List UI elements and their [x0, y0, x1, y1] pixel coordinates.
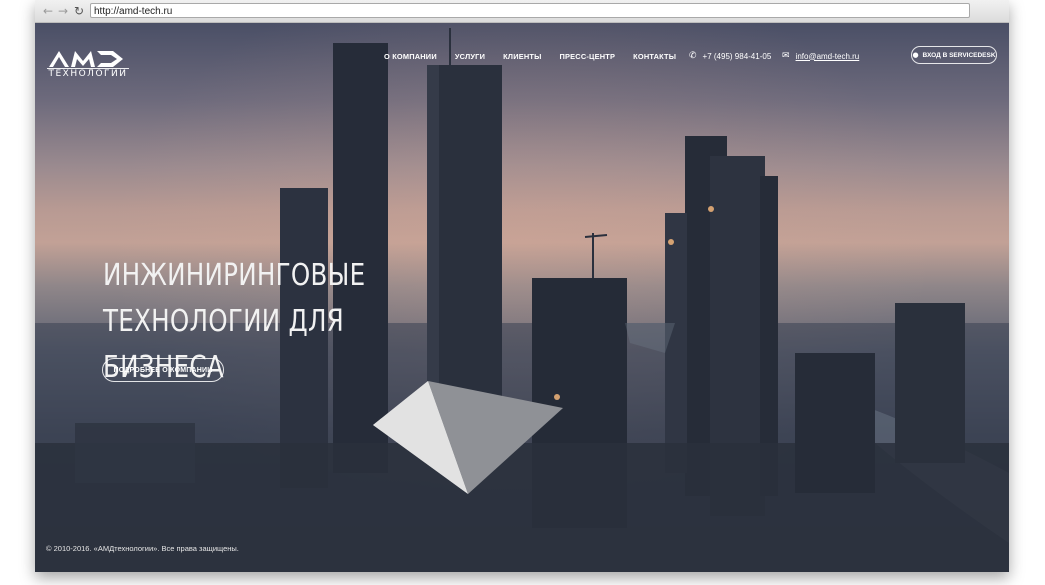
nav-item-press[interactable]: ПРЕСС-ЦЕНТР [560, 52, 616, 61]
phone-contact[interactable]: ✆ +7 (495) 984-41-05 [689, 51, 771, 61]
nav-item-contacts[interactable]: КОНТАКТЫ [633, 52, 676, 61]
nav-item-about[interactable]: О КОМПАНИИ [384, 52, 437, 61]
page-viewport: ТЕХНОЛОГИИ О КОМПАНИИ УСЛУГИ КЛИЕНТЫ ПРЕ… [35, 23, 1009, 572]
email-link[interactable]: info@amd-tech.ru [796, 52, 860, 61]
nav-item-clients[interactable]: КЛИЕНТЫ [503, 52, 541, 61]
email-contact[interactable]: ✉ info@amd-tech.ru [782, 51, 859, 61]
servicedesk-login-label: ВХОД В SERVICEDESK [922, 51, 996, 59]
about-company-button[interactable]: ПОДРОБНЕЕ О КОМПАНИИ [102, 358, 224, 382]
browser-window: ← → ↻ http://amd-tech.ru ТЕХНОЛОГИИ О КО… [35, 0, 1009, 572]
phone-number: +7 (495) 984-41-05 [702, 51, 772, 61]
logo-subtitle: ТЕХНОЛОГИИ [48, 69, 128, 79]
hero-title-line-1: ИНЖИНИРИНГОВЫЕ ТЕХНОЛОГИИ ДЛЯ [103, 258, 366, 339]
phone-icon: ✆ [689, 51, 697, 61]
main-navigation: О КОМПАНИИ УСЛУГИ КЛИЕНТЫ ПРЕСС-ЦЕНТР КО… [384, 52, 676, 61]
footer-copyright: © 2010-2016. «АМДтехнологии». Все права … [46, 544, 239, 553]
user-icon: ● [912, 51, 919, 59]
back-arrow-icon[interactable]: ← [41, 4, 55, 18]
address-bar[interactable]: http://amd-tech.ru [90, 3, 970, 18]
nav-item-services[interactable]: УСЛУГИ [455, 52, 485, 61]
browser-toolbar: ← → ↻ http://amd-tech.ru [35, 0, 1009, 23]
forward-arrow-icon[interactable]: → [56, 4, 70, 18]
servicedesk-login-button[interactable]: ● ВХОД В SERVICEDESK [911, 46, 997, 64]
envelope-icon: ✉ [782, 51, 790, 61]
reload-icon[interactable]: ↻ [72, 4, 86, 18]
